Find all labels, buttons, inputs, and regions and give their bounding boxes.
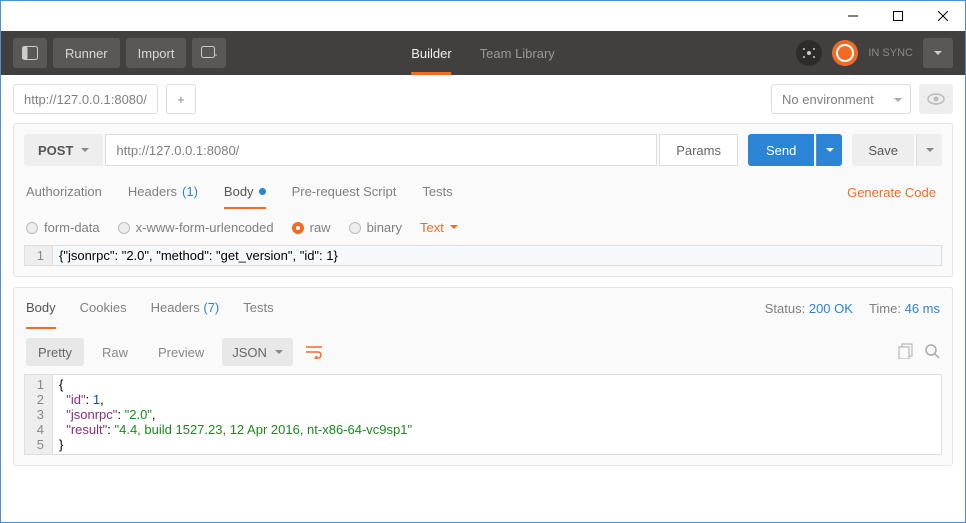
response-code: { "id": 1, "jsonrpc": "2.0", "result": "… [53,375,941,454]
raw-view-button[interactable]: Raw [90,338,140,366]
save-button[interactable]: Save [852,134,914,166]
response-panel: Body Cookies Headers (7) Tests Status: 2… [13,287,953,466]
settings-dropdown[interactable] [923,38,953,68]
request-panel: POST http://127.0.0.1:8080/ Params Send … [13,123,953,277]
binary-radio[interactable]: binary [349,220,402,235]
search-response-button[interactable] [924,343,940,362]
save-dropdown[interactable] [916,134,942,166]
environment-preview-button[interactable] [919,84,953,114]
response-meta: Status: 200 OK Time: 46 ms [765,301,940,316]
response-body-tab[interactable]: Body [26,288,56,329]
pretty-view-button[interactable]: Pretty [26,338,84,366]
method-select[interactable]: POST [24,134,103,166]
x-www-form-urlencoded-radio[interactable]: x-www-form-urlencoded [118,220,274,235]
add-request-tab-button[interactable]: + [166,84,196,114]
sidebar-toggle-button[interactable] [13,38,47,68]
user-avatar-icon[interactable] [832,40,858,66]
main-toolbar: Runner Import + Builder Team Library IN … [1,31,965,75]
svg-text:+: + [214,47,217,60]
copy-response-button[interactable] [898,343,914,362]
team-library-tab[interactable]: Team Library [480,31,555,75]
request-body-editor[interactable]: 1 {"jsonrpc": "2.0", "method": "get_vers… [24,245,942,266]
form-data-radio[interactable]: form-data [26,220,100,235]
headers-tab[interactable]: Headers (1) [128,176,198,209]
body-type-options: form-data x-www-form-urlencoded raw bina… [14,210,952,245]
send-dropdown[interactable] [816,134,842,166]
line-gutter: 1 [25,246,53,265]
builder-tab[interactable]: Builder [411,31,451,75]
wrap-lines-button[interactable] [299,338,329,366]
authorization-tab[interactable]: Authorization [26,176,102,209]
body-tab[interactable]: Body [224,176,266,209]
runner-button[interactable]: Runner [53,38,120,68]
generate-code-link[interactable]: Generate Code [843,177,940,208]
minimize-button[interactable] [830,1,875,31]
tests-tab[interactable]: Tests [422,176,452,209]
window-titlebar [1,1,965,31]
import-button[interactable]: Import [126,38,187,68]
raw-radio[interactable]: raw [292,220,331,235]
body-content-type-select[interactable]: Text [420,220,458,235]
request-body-code[interactable]: {"jsonrpc": "2.0", "method": "get_versio… [53,246,941,265]
sync-status-icon[interactable] [796,40,822,66]
format-select[interactable]: JSON [222,338,293,366]
send-button[interactable]: Send [748,134,814,166]
tab-bar: http://127.0.0.1:8080/ + No environment [1,75,965,123]
body-modified-dot-icon [259,188,266,195]
request-sub-tabs: Authorization Headers (1) Body Pre-reque… [14,176,952,210]
environment-select[interactable]: No environment [771,84,911,114]
response-headers-tab[interactable]: Headers (7) [151,288,220,329]
close-button[interactable] [920,1,965,31]
url-input[interactable]: http://127.0.0.1:8080/ [105,134,657,166]
params-button[interactable]: Params [659,134,738,166]
response-tests-tab[interactable]: Tests [243,288,273,329]
response-body-viewer[interactable]: 12345 { "id": 1, "jsonrpc": "2.0", "resu… [24,374,942,455]
maximize-button[interactable] [875,1,920,31]
prerequest-tab[interactable]: Pre-request Script [292,176,397,209]
request-tab[interactable]: http://127.0.0.1:8080/ [13,84,158,114]
sync-status-label: IN SYNC [868,47,913,59]
response-cookies-tab[interactable]: Cookies [80,288,127,329]
preview-view-button[interactable]: Preview [146,338,216,366]
response-line-gutter: 12345 [25,375,53,454]
new-tab-button[interactable]: + [192,38,226,68]
